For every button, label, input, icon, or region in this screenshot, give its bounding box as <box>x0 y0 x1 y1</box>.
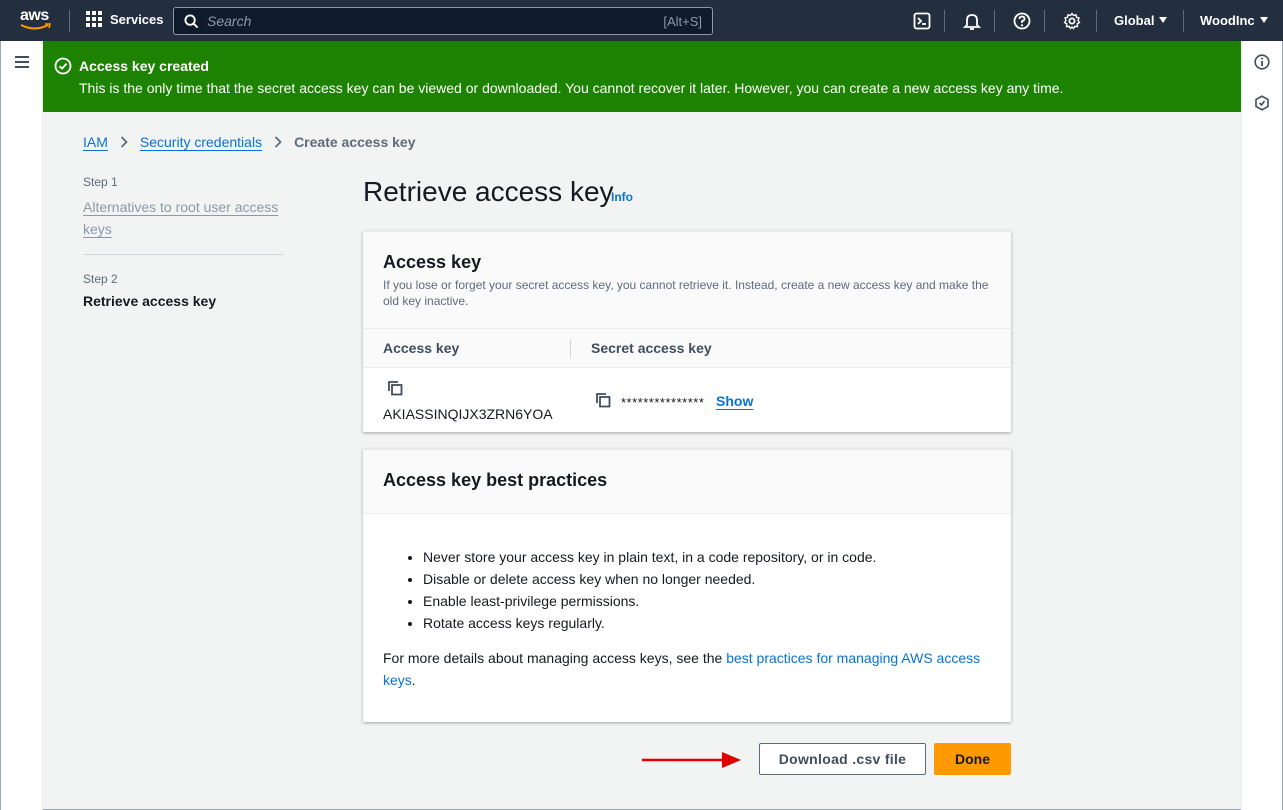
annotation-arrow-icon <box>642 752 741 768</box>
access-key-title: Access key <box>383 252 482 272</box>
search-shortcut: [Alt+S] <box>663 13 702 29</box>
best-practices-header: Access key best practices <box>363 450 1011 514</box>
grid-icon <box>86 11 102 27</box>
search-placeholder: Search <box>207 13 252 29</box>
step-2-label: Step 2 <box>83 272 118 286</box>
aws-logo[interactable]: aws <box>20 8 54 34</box>
step-1-link[interactable]: Alternatives to root user access keys <box>83 196 288 240</box>
caret-down-icon <box>1159 17 1168 23</box>
info-link[interactable]: Info <box>611 190 633 204</box>
flash-title: Access key created <box>79 58 209 74</box>
step-divider <box>83 254 283 255</box>
step-1-label: Step 1 <box>83 175 118 189</box>
search-icon <box>184 13 199 28</box>
side-nav-collapsed <box>1 41 43 810</box>
best-practices-list: Never store your access key in plain tex… <box>423 546 876 634</box>
cloudshell-icon[interactable] <box>912 11 932 31</box>
chevron-right-icon <box>120 136 128 148</box>
column-access-key: Access key <box>383 340 460 356</box>
nav-divider <box>1183 10 1184 32</box>
region-label: Global <box>1114 13 1155 28</box>
column-divider <box>570 339 571 358</box>
access-key-id: AKIASSINQIJX3ZRN6YOA <box>383 406 553 422</box>
nav-divider <box>1096 10 1097 32</box>
nav-divider <box>994 10 995 32</box>
list-item: Rotate access keys regularly. <box>423 612 876 634</box>
account-label: WoodInc <box>1200 13 1255 28</box>
aws-logo-text: aws <box>20 7 49 24</box>
breadcrumb-current: Create access key <box>294 134 416 150</box>
copy-secret-key-icon[interactable] <box>595 392 611 408</box>
more-prefix: For more details about managing access k… <box>383 650 727 666</box>
page-title: Retrieve access key <box>363 176 614 207</box>
best-practices-container: Access key best practices Never store yo… <box>363 449 1011 722</box>
aws-smile-icon <box>20 23 52 30</box>
best-practices-more-text: For more details about managing access k… <box>383 647 993 691</box>
secret-access-key-masked: *************** <box>621 395 705 410</box>
info-circle-icon[interactable] <box>1254 54 1270 70</box>
region-selector[interactable]: Global <box>1114 13 1168 28</box>
list-item: Disable or delete access key when no lon… <box>423 568 876 590</box>
bell-icon[interactable] <box>962 11 982 31</box>
nav-divider <box>1044 10 1045 32</box>
hexagon-icon[interactable] <box>1254 95 1270 111</box>
breadcrumb-iam[interactable]: IAM <box>83 134 108 150</box>
show-secret-link[interactable]: Show <box>716 393 753 409</box>
hamburger-menu-icon[interactable] <box>15 56 29 68</box>
services-menu-button[interactable]: Services <box>86 11 164 27</box>
gear-icon[interactable] <box>1062 11 1082 31</box>
top-navigation: aws Services Search [Alt+S] Global WoodI… <box>0 0 1283 41</box>
nav-divider <box>69 10 70 32</box>
best-practices-title: Access key best practices <box>383 470 608 490</box>
list-item: Never store your access key in plain tex… <box>423 546 876 568</box>
caret-down-icon <box>1259 17 1268 23</box>
list-item: Enable least-privilege permissions. <box>423 590 876 612</box>
search-input[interactable]: Search [Alt+S] <box>173 7 713 35</box>
help-icon[interactable] <box>1012 11 1032 31</box>
done-button[interactable]: Done <box>934 743 1011 775</box>
success-flash-banner: Access key created This is the only time… <box>43 41 1241 112</box>
access-key-container: Access key If you lose or forget your se… <box>363 231 1011 432</box>
chevron-right-icon <box>274 136 282 148</box>
success-check-icon <box>54 57 72 75</box>
breadcrumb-security-credentials[interactable]: Security credentials <box>140 134 262 150</box>
access-key-description: If you lose or forget your secret access… <box>383 278 989 308</box>
breadcrumb: IAM Security credentials Create access k… <box>83 134 416 150</box>
step-2-title: Retrieve access key <box>83 293 217 309</box>
more-suffix: . <box>411 672 416 688</box>
access-key-table-header: Access key Secret access key <box>363 329 1011 368</box>
account-menu[interactable]: WoodInc <box>1200 13 1268 28</box>
download-csv-button[interactable]: Download .csv file <box>759 743 926 775</box>
copy-access-key-icon[interactable] <box>387 380 403 396</box>
tools-panel-collapsed <box>1241 41 1282 810</box>
column-secret-access-key: Secret access key <box>591 340 712 356</box>
access-key-header: Access key If you lose or forget your se… <box>363 232 1011 329</box>
nav-divider <box>944 10 945 32</box>
flash-message: This is the only time that the secret ac… <box>79 80 1064 96</box>
services-label: Services <box>110 11 164 27</box>
